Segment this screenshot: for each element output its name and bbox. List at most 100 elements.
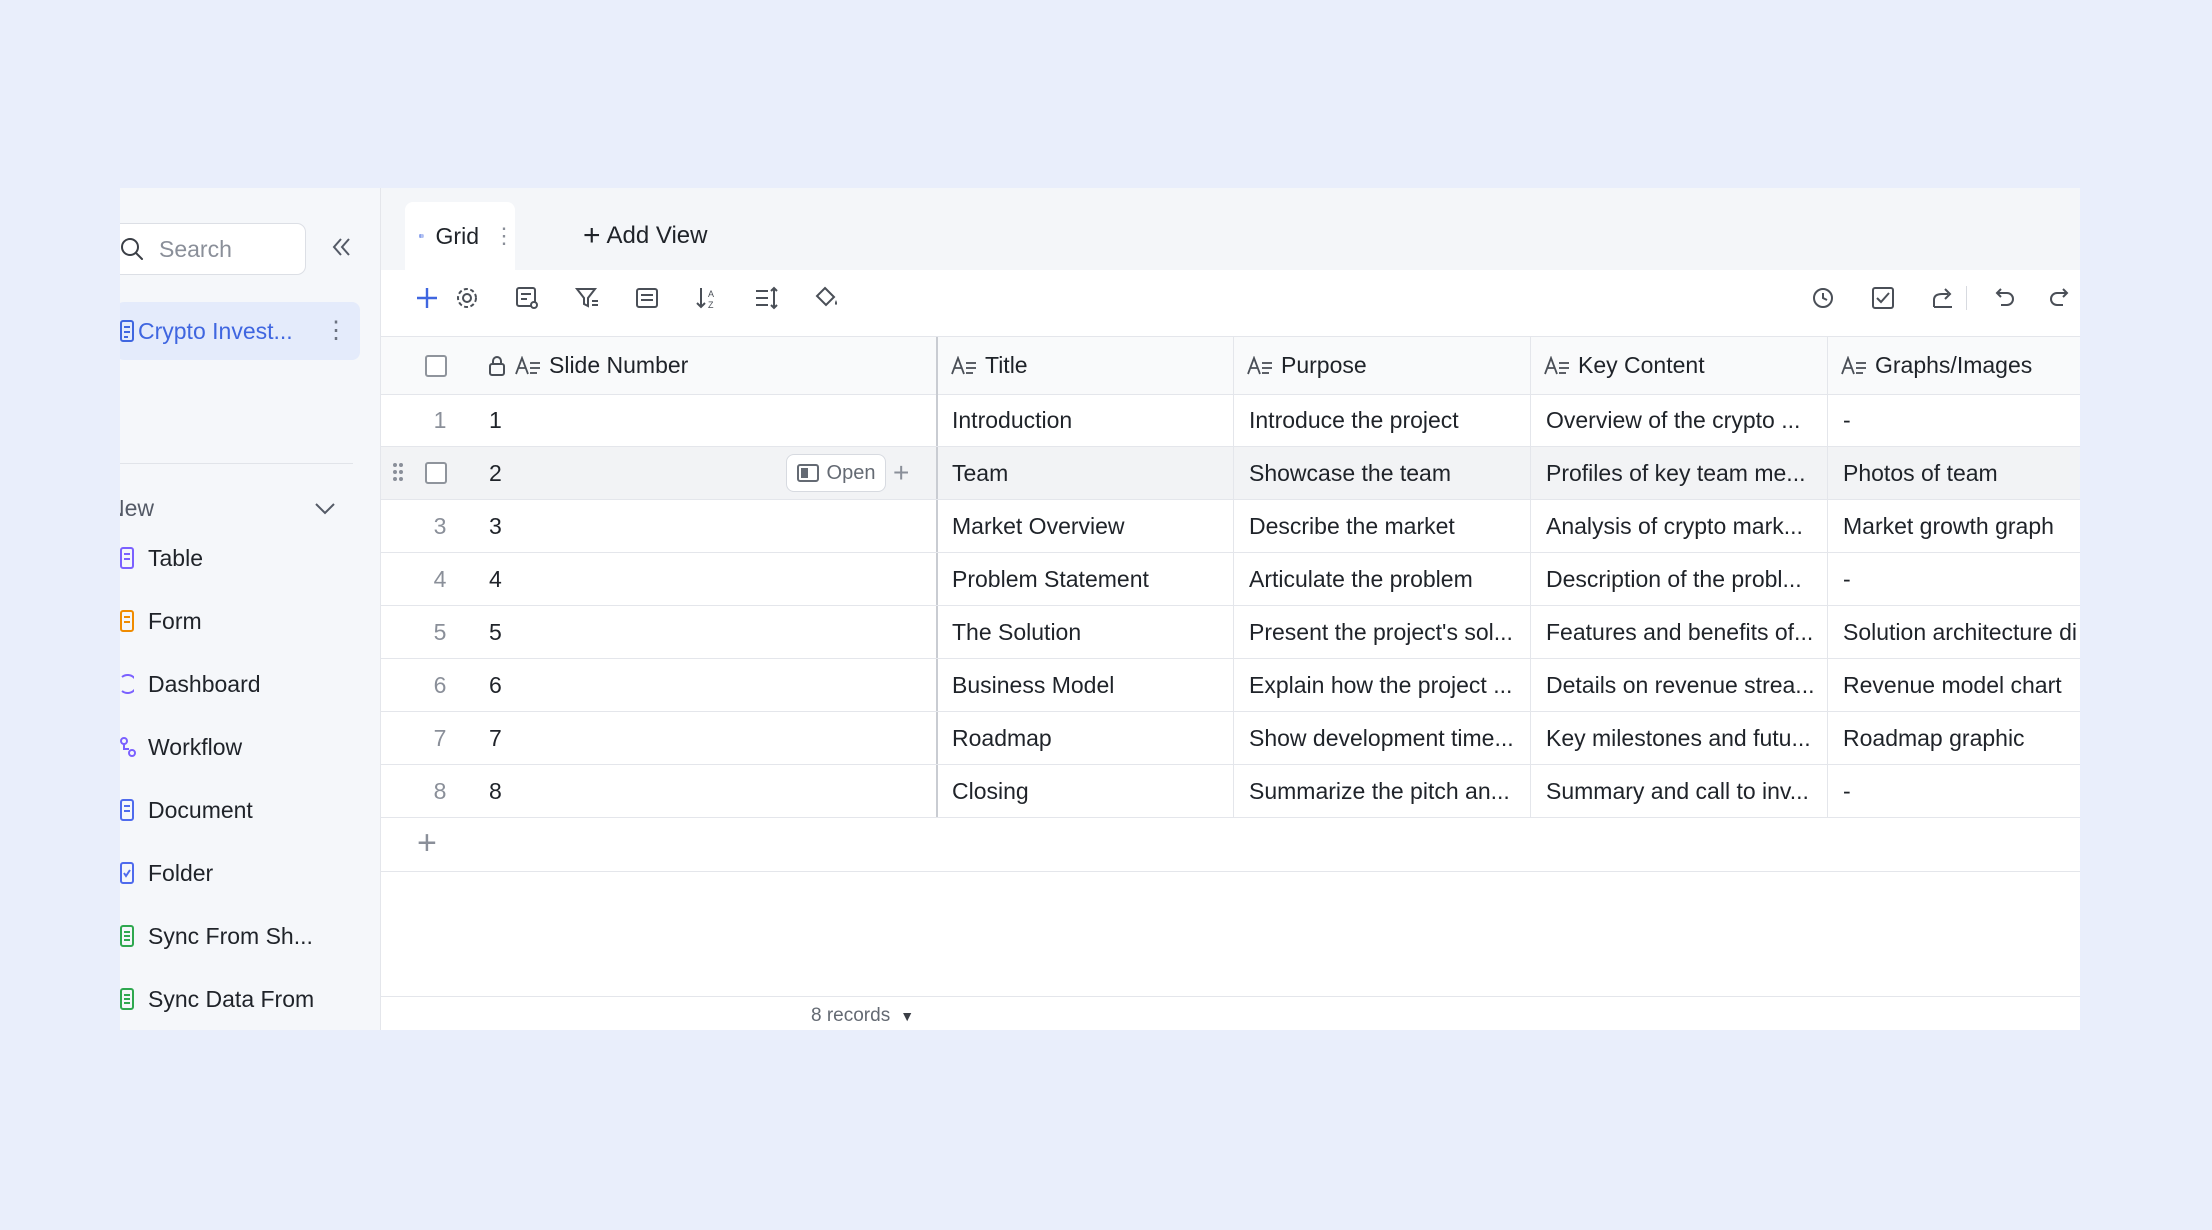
cell-key-content[interactable]: Details on revenue strea... bbox=[1546, 659, 1816, 711]
sidebar-item-dashboard[interactable]: Dashboard bbox=[120, 664, 360, 704]
more-options-icon[interactable]: ⋮ bbox=[324, 319, 348, 343]
cell-title[interactable]: The Solution bbox=[952, 606, 1222, 658]
cell-key-content[interactable]: Overview of the crypto ... bbox=[1546, 394, 1816, 446]
column-divider bbox=[1530, 606, 1531, 658]
cell-graphs-images[interactable]: Revenue model chart bbox=[1843, 659, 2080, 711]
collapse-sidebar-button[interactable] bbox=[328, 234, 354, 265]
cell-key-content[interactable]: Features and benefits of... bbox=[1546, 606, 1816, 658]
cell-graphs-images[interactable]: Roadmap graphic bbox=[1843, 712, 2080, 764]
select-all-checkbox[interactable] bbox=[425, 337, 455, 394]
records-count-dropdown[interactable]: 8 records ▼ bbox=[811, 1005, 914, 1027]
form-icon bbox=[120, 609, 140, 633]
color-fill-button[interactable] bbox=[813, 284, 841, 312]
open-record-button[interactable]: Open bbox=[786, 454, 886, 492]
cell-graphs-images[interactable]: - bbox=[1843, 765, 2080, 817]
svg-text:Z: Z bbox=[708, 300, 714, 310]
cell-key-content[interactable]: Profiles of key team me... bbox=[1546, 447, 1816, 499]
row-checkbox[interactable] bbox=[425, 447, 455, 499]
cell-slide-number[interactable]: 2 bbox=[489, 447, 769, 499]
cell-purpose[interactable]: Describe the market bbox=[1249, 500, 1519, 552]
cell-title[interactable]: Introduction bbox=[952, 394, 1222, 446]
undo-button[interactable] bbox=[1989, 284, 2017, 312]
table-row[interactable]: 6 6 Business Model Explain how the proje… bbox=[381, 659, 2080, 712]
table-row[interactable]: 8 8 Closing Summarize the pitch an... Su… bbox=[381, 765, 2080, 818]
sidebar-item-form[interactable]: Form bbox=[120, 601, 360, 641]
column-header-key-content[interactable]: Key Content bbox=[1544, 337, 1824, 394]
sidebar-item-document[interactable]: Document bbox=[120, 790, 360, 830]
sidebar-item-sync-data-from[interactable]: Sync Data From bbox=[120, 979, 360, 1019]
sidebar-item-workflow[interactable]: Workflow bbox=[120, 727, 360, 767]
dashboard-icon bbox=[120, 672, 140, 696]
cell-title[interactable]: Team bbox=[952, 447, 1222, 499]
cell-purpose[interactable]: Showcase the team bbox=[1249, 447, 1519, 499]
cell-title[interactable]: Problem Statement bbox=[952, 553, 1222, 605]
sort-button[interactable]: AZ bbox=[693, 284, 721, 312]
table-row[interactable]: 5 5 The Solution Present the project's s… bbox=[381, 606, 2080, 659]
column-divider bbox=[1233, 394, 1234, 446]
cell-title[interactable]: Market Overview bbox=[952, 500, 1222, 552]
field-settings-button[interactable] bbox=[513, 284, 541, 312]
table-row-hovered[interactable]: 2 Open + Team Showcase the team Profiles… bbox=[381, 447, 2080, 500]
table-row[interactable]: 4 4 Problem Statement Articulate the pro… bbox=[381, 553, 2080, 606]
cell-key-content[interactable]: Summary and call to inv... bbox=[1546, 765, 1816, 817]
cell-graphs-images[interactable]: Market growth graph bbox=[1843, 500, 2080, 552]
cell-slide-number[interactable]: 4 bbox=[489, 553, 889, 605]
row-height-button[interactable] bbox=[753, 284, 781, 312]
sync-sheet-icon bbox=[120, 924, 140, 948]
column-header-label: Purpose bbox=[1281, 352, 1367, 378]
table-row[interactable]: 3 3 Market Overview Describe the market … bbox=[381, 500, 2080, 553]
cell-slide-number[interactable]: 6 bbox=[489, 659, 889, 711]
add-row-below-icon[interactable]: + bbox=[893, 459, 909, 487]
column-header-graphs-images[interactable]: Graphs/Images bbox=[1841, 337, 2080, 394]
sidebar-item-sync-from-sheet[interactable]: Sync From Sh... bbox=[120, 916, 360, 956]
cell-slide-number[interactable]: 8 bbox=[489, 765, 889, 817]
cell-slide-number[interactable]: 7 bbox=[489, 712, 889, 764]
sidebar-item-folder[interactable]: Folder bbox=[120, 853, 360, 893]
filter-button[interactable] bbox=[573, 284, 601, 312]
history-button[interactable] bbox=[1809, 284, 1837, 312]
add-view-button[interactable]: + Add View bbox=[583, 216, 708, 256]
cell-title[interactable]: Roadmap bbox=[952, 712, 1222, 764]
column-divider bbox=[936, 712, 938, 764]
cell-slide-number[interactable]: 1 bbox=[489, 394, 889, 446]
share-button[interactable] bbox=[1929, 284, 1957, 312]
column-header-title[interactable]: Title bbox=[951, 337, 1231, 394]
column-header-purpose[interactable]: Purpose bbox=[1247, 337, 1527, 394]
cell-graphs-images[interactable]: Photos of team bbox=[1843, 447, 2080, 499]
cell-graphs-images[interactable]: - bbox=[1843, 553, 2080, 605]
column-divider bbox=[1530, 765, 1531, 817]
table-row[interactable]: 1 1 Introduction Introduce the project O… bbox=[381, 394, 2080, 447]
cell-title[interactable]: Business Model bbox=[952, 659, 1222, 711]
sidebar-item-table[interactable]: Table bbox=[120, 538, 360, 578]
cell-graphs-images[interactable]: - bbox=[1843, 394, 2080, 446]
cell-purpose[interactable]: Summarize the pitch an... bbox=[1249, 765, 1519, 817]
cell-purpose[interactable]: Articulate the problem bbox=[1249, 553, 1519, 605]
cell-key-content[interactable]: Analysis of crypto mark... bbox=[1546, 500, 1816, 552]
cell-slide-number[interactable]: 3 bbox=[489, 500, 889, 552]
sidebar-search[interactable] bbox=[120, 223, 306, 275]
cell-slide-number[interactable]: 5 bbox=[489, 606, 889, 658]
cell-purpose[interactable]: Explain how the project ... bbox=[1249, 659, 1519, 711]
cell-purpose[interactable]: Introduce the project bbox=[1249, 394, 1519, 446]
settings-button[interactable] bbox=[453, 284, 481, 312]
sidebar-item-active[interactable]: Crypto Invest... ⋮ bbox=[120, 302, 360, 360]
search-input[interactable] bbox=[157, 234, 291, 264]
cell-key-content[interactable]: Description of the probl... bbox=[1546, 553, 1816, 605]
add-record-button[interactable] bbox=[413, 284, 441, 312]
add-row-button[interactable]: + bbox=[417, 826, 437, 860]
cell-key-content[interactable]: Key milestones and futu... bbox=[1546, 712, 1816, 764]
new-section-toggle[interactable]: New bbox=[120, 488, 338, 528]
tab-grid[interactable]: Grid ⋮ bbox=[405, 202, 515, 270]
cell-graphs-images[interactable]: Solution architecture di bbox=[1843, 606, 2080, 658]
column-header-slide-number[interactable]: Slide Number bbox=[487, 337, 907, 394]
drag-handle-icon[interactable] bbox=[391, 461, 405, 483]
cell-purpose[interactable]: Present the project's sol... bbox=[1249, 606, 1519, 658]
table-row[interactable]: 7 7 Roadmap Show development time... Key… bbox=[381, 712, 2080, 765]
cell-purpose[interactable]: Show development time... bbox=[1249, 712, 1519, 764]
cell-title[interactable]: Closing bbox=[952, 765, 1222, 817]
group-button[interactable] bbox=[633, 284, 661, 312]
text-field-icon bbox=[1841, 355, 1866, 374]
tab-more-icon[interactable]: ⋮ bbox=[493, 223, 515, 249]
check-task-button[interactable] bbox=[1869, 284, 1897, 312]
redo-button[interactable] bbox=[2047, 284, 2075, 312]
